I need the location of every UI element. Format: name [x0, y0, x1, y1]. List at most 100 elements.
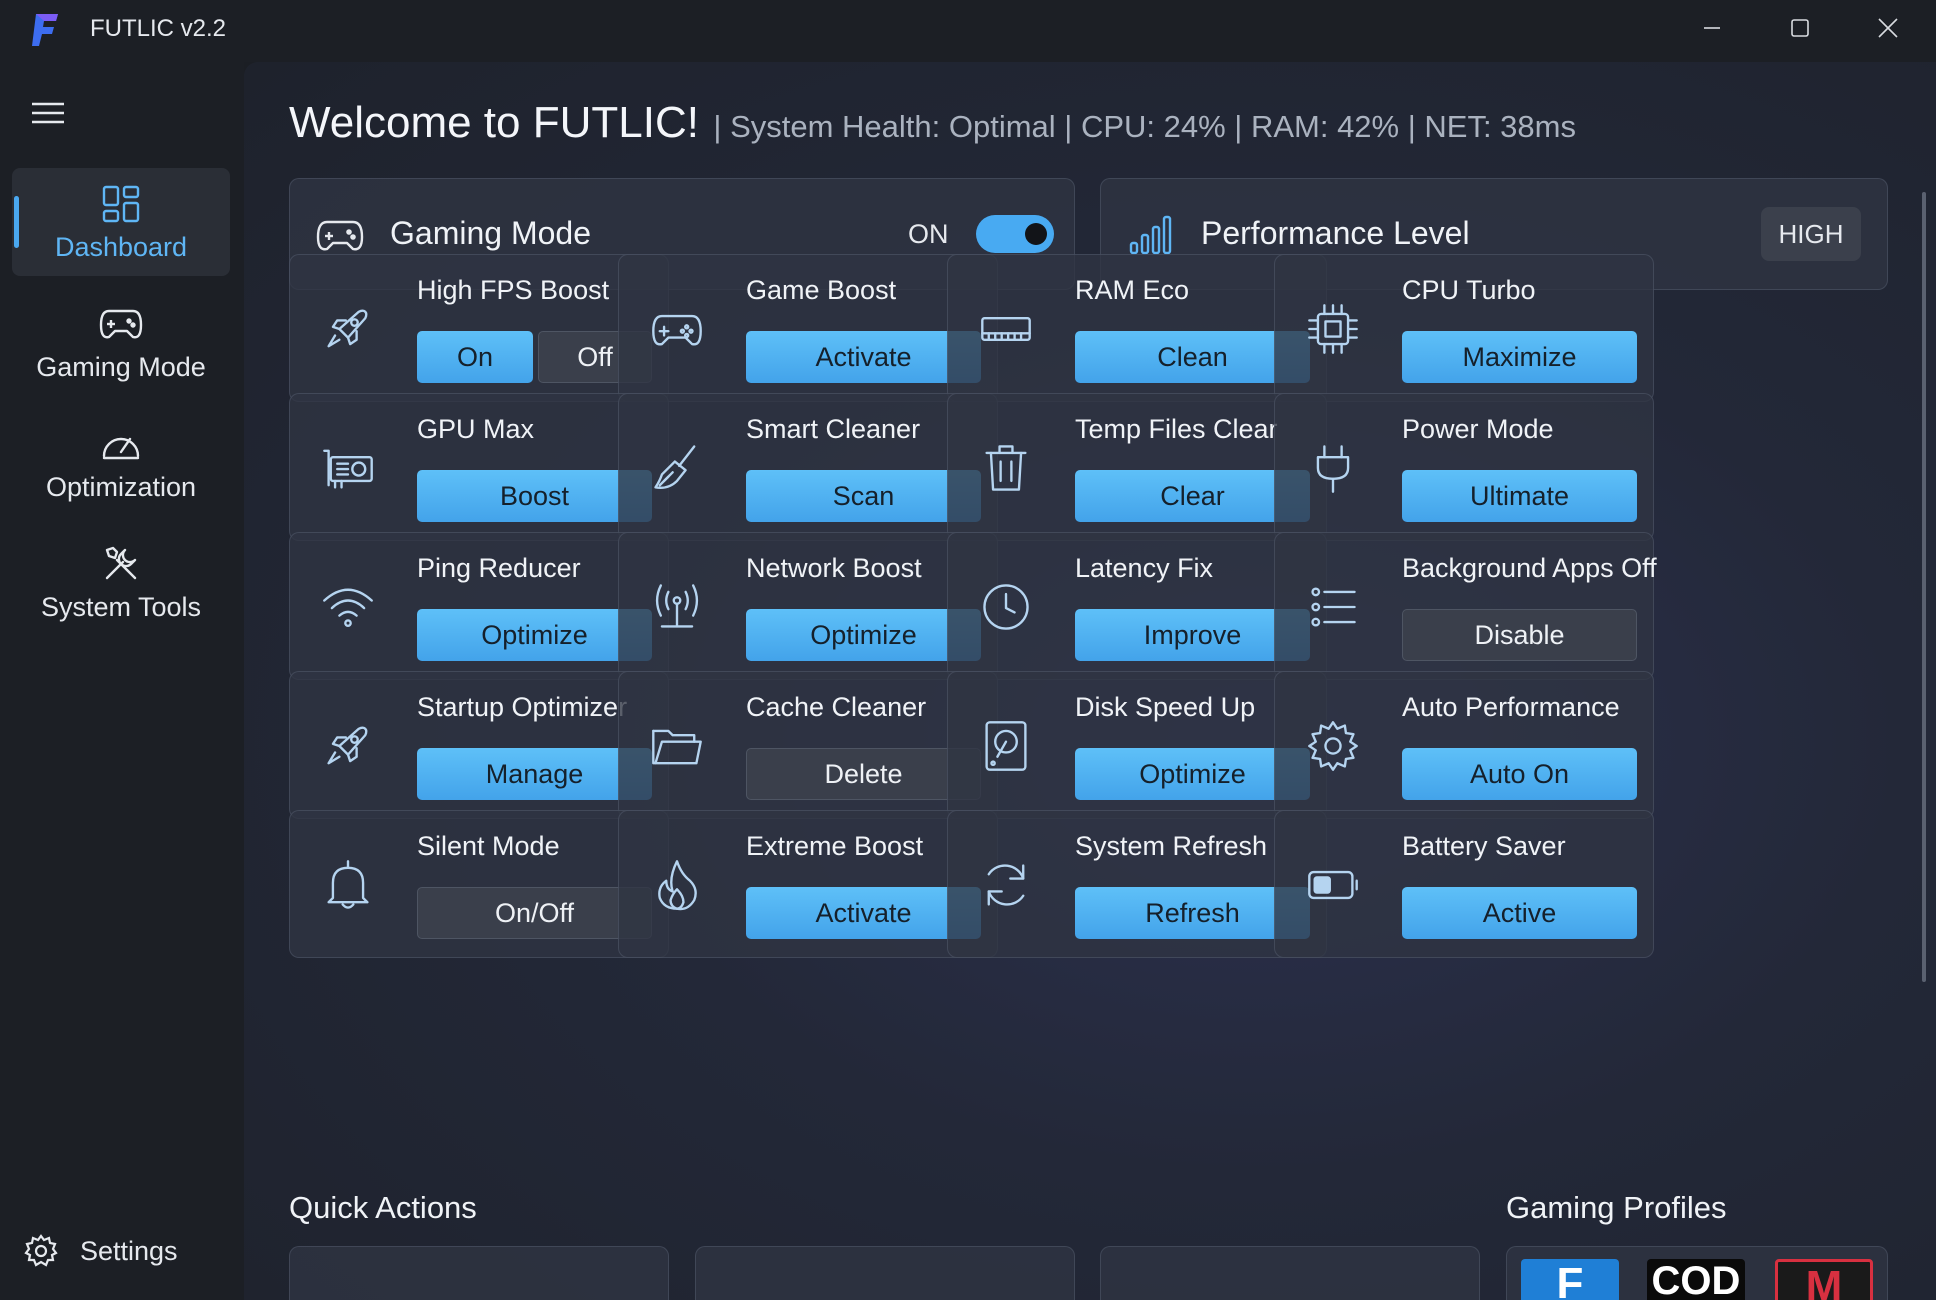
feature-card-title: RAM Eco [1075, 275, 1190, 305]
gamepad-icon [99, 302, 143, 346]
feature-card-startup-optimizer: Startup Optimizer Manage [289, 671, 669, 819]
feature-card-gpu-max: GPU Max Boost [289, 393, 669, 541]
feature-card-title: Ping Reducer [417, 553, 581, 583]
feature-card-title: Cache Cleaner [746, 692, 927, 722]
sidebar-item-dashboard[interactable]: Dashboard [12, 168, 230, 276]
feature-card-auto-performance: Auto Performance Auto On [1274, 671, 1654, 819]
maximize-button[interactable] [1770, 6, 1830, 50]
gaming-profiles-title: Gaming Profiles [1506, 1190, 1727, 1225]
hard-disk-icon [974, 714, 1038, 778]
flame-icon [645, 853, 709, 917]
extreme-boost-button[interactable]: Activate [746, 887, 981, 939]
sidebar-item-settings[interactable]: Settings [24, 1234, 178, 1268]
page-title: Welcome to FUTLIC! [289, 98, 699, 147]
dashboard-grid-icon [99, 182, 143, 226]
gaming-mode-toggle[interactable] [976, 215, 1054, 253]
game-boost-button[interactable]: Activate [746, 331, 981, 383]
sidebar-item-label: Settings [80, 1235, 178, 1266]
feature-card-title: Background Apps Off [1402, 553, 1657, 583]
feature-card-latency-fix: Latency Fix Improve [947, 532, 1327, 680]
feature-card-temp-files-clear: Temp Files Clear Clear [947, 393, 1327, 541]
hamburger-menu-icon[interactable] [30, 98, 66, 128]
cpu-turbo-button[interactable]: Maximize [1402, 331, 1637, 383]
ram-icon [974, 297, 1038, 361]
sidebar-item-gaming-mode[interactable]: Gaming Mode [12, 288, 230, 396]
gear-icon [24, 1234, 58, 1267]
feature-card-title: Silent Mode [417, 831, 560, 861]
sidebar-item-system-tools[interactable]: System Tools [12, 528, 230, 636]
app-logo-icon [32, 14, 58, 46]
gaming-profiles-strip: F COD M [1506, 1246, 1888, 1300]
quick-action-card[interactable] [289, 1246, 669, 1300]
feature-card-title: Disk Speed Up [1075, 692, 1256, 722]
feature-card-title: System Refresh [1075, 831, 1268, 861]
startup-optimizer-button[interactable]: Manage [417, 748, 652, 800]
feature-card-title: Network Boost [746, 553, 922, 583]
bar-chart-icon [1129, 215, 1172, 255]
profile-tile-label: F [1556, 1259, 1584, 1300]
ping-reducer-button[interactable]: Optimize [417, 609, 652, 661]
smart-cleaner-button[interactable]: Scan [746, 470, 981, 522]
folder-icon [645, 714, 709, 778]
feature-card-background-apps-off: Background Apps Off Disable [1274, 532, 1657, 680]
feature-card-high-fps-boost: High FPS Boost On Off [289, 254, 669, 402]
auto-performance-button[interactable]: Auto On [1402, 748, 1637, 800]
network-boost-button[interactable]: Optimize [746, 609, 981, 661]
sidebar: Dashboard Gaming Mode Optimization Syste… [0, 62, 244, 1300]
scrollbar[interactable] [1922, 192, 1926, 982]
profile-tile-cod[interactable]: COD [1647, 1259, 1745, 1300]
silent-mode-button[interactable]: On/Off [417, 887, 652, 939]
feature-card-ram-eco: RAM Eco Clean [947, 254, 1327, 402]
broom-icon [645, 436, 709, 500]
minimize-button[interactable] [1682, 6, 1742, 50]
gpu-icon [316, 436, 380, 500]
battery-icon [1301, 853, 1365, 917]
background-apps-off-button[interactable]: Disable [1402, 609, 1637, 661]
cache-cleaner-button[interactable]: Delete [746, 748, 981, 800]
quick-action-card[interactable] [1100, 1246, 1480, 1300]
minimize-icon [1704, 27, 1720, 29]
battery-saver-button[interactable]: Active [1402, 887, 1637, 939]
feature-card-title: Smart Cleaner [746, 414, 921, 444]
close-icon [1878, 18, 1898, 38]
feature-card-title: GPU Max [417, 414, 535, 444]
feature-card-ping-reducer: Ping Reducer Optimize [289, 532, 669, 680]
refresh-icon [974, 853, 1038, 917]
button-on[interactable]: On [417, 331, 533, 383]
feature-card-title: Auto Performance [1402, 692, 1620, 722]
power-mode-button[interactable]: Ultimate [1402, 470, 1637, 522]
gear-icon [1301, 714, 1365, 778]
quick-action-card[interactable] [695, 1246, 1075, 1300]
gamepad-icon [316, 220, 364, 251]
performance-level-badge[interactable]: HIGH [1761, 207, 1861, 261]
feature-card-title: Latency Fix [1075, 553, 1214, 583]
rocket-icon [316, 714, 380, 778]
sidebar-item-optimization[interactable]: Optimization [12, 408, 230, 516]
tools-icon [99, 542, 143, 586]
profile-tile-m[interactable]: M [1775, 1259, 1873, 1300]
feature-card-disk-speed-up: Disk Speed Up Optimize [947, 671, 1327, 819]
close-button[interactable] [1858, 6, 1918, 50]
system-status-text: | System Health: Optimal | CPU: 24% | RA… [713, 109, 1576, 144]
speedometer-icon [99, 422, 143, 466]
toggle-knob [1025, 223, 1047, 245]
feature-card-title: Battery Saver [1402, 831, 1566, 861]
cpu-chip-icon [1301, 297, 1365, 361]
gpu-max-button[interactable]: Boost [417, 470, 652, 522]
profile-tile-fortnite[interactable]: F [1521, 1259, 1619, 1300]
feature-card-extreme-boost: Extreme Boost Activate [618, 810, 998, 958]
profile-tile-label: COD [1651, 1259, 1741, 1300]
plug-icon [1301, 436, 1365, 500]
list-icon [1301, 575, 1365, 639]
feature-card-title: Startup Optimizer [417, 692, 628, 722]
profile-tile-label: M [1805, 1262, 1843, 1300]
toggle-state-label: ON [908, 219, 949, 249]
window-title: FUTLIC v2.2 [90, 15, 227, 42]
feature-card-power-mode: Power Mode Ultimate [1274, 393, 1654, 541]
page-header: Welcome to FUTLIC! | System Health: Opti… [289, 98, 1576, 148]
main-content: Welcome to FUTLIC! | System Health: Opti… [244, 62, 1936, 1300]
performance-level-title: Performance Level [1201, 215, 1470, 251]
gamepad-icon [645, 297, 709, 361]
feature-card-system-refresh: System Refresh Refresh [947, 810, 1327, 958]
sidebar-item-label: System Tools [40, 591, 202, 622]
